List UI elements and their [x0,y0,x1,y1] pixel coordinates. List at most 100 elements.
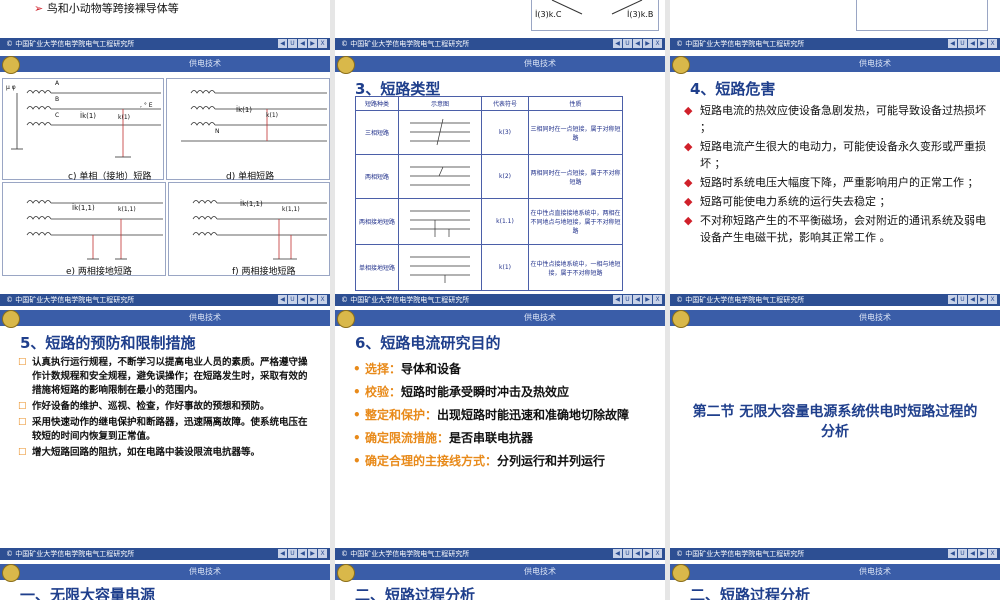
nav-return-button[interactable]: U [288,549,297,558]
square-bullet-icon: ☐ [18,447,27,458]
footer-bar: © 中国矿业大学信电学院电气工程研究所 ◀ U ◀ ▶ X [335,38,665,50]
footer-text: © 中国矿业大学信电学院电气工程研究所 [676,296,805,304]
table-header-row: 短路种类 示意图 代表符号 性质 [355,96,623,111]
slide-header: 供电技术 [670,564,1000,582]
nav-close-button[interactable]: X [318,39,327,48]
nav-first-button[interactable]: ◀ [278,295,287,304]
slide-nav[interactable]: ◀ U ◀ ▶ X [278,549,327,558]
nav-return-button[interactable]: U [958,549,967,558]
table-row: 两相接地短路 k(1.1) 在中性点直接接地系统中，两相在不同地点与地短接，属于… [355,198,623,245]
nav-next-button[interactable]: ▶ [978,549,987,558]
property-cell: 在中性点接地系统中，一相与地短接，属于不对称短路 [528,244,623,291]
property-cell: 两相同时在一点短接，属于不对称短路 [528,154,623,199]
slide-nav[interactable]: ◀ U ◀ ▶ X [613,295,662,304]
phase-n-label: N [215,128,220,135]
purpose-list: • 选择：导体和设备 • 校验：短路时能承受瞬时冲击及热效应 • 整定和保护：出现短路… [353,360,649,475]
table-header-cell: 性质 [528,96,623,111]
nav-close-button[interactable]: X [318,549,327,558]
nav-close-button[interactable]: X [988,295,997,304]
nav-first-button[interactable]: ◀ [613,39,622,48]
nav-next-button[interactable]: ▶ [978,295,987,304]
list-item: • 选择：导体和设备 [353,360,649,379]
caption-c: c) 单相（接地）短路 [68,172,152,182]
nav-prev-button[interactable]: ◀ [298,295,307,304]
nav-next-button[interactable]: ▶ [308,39,317,48]
slide-nav[interactable]: ◀ U ◀ ▶ X [948,295,997,304]
table-row: 单相接地短路 k(1) 在中性点接地系统中，一相与地短接，属于不对称短路 [355,244,623,291]
nav-close-button[interactable]: X [988,39,997,48]
header-title: 供电技术 [859,313,891,322]
slide-title: 二、短路过程分析 [690,586,811,600]
bullet-text: 鸟和小动物等跨接裸导体等 [46,2,179,15]
nav-next-button[interactable]: ▶ [643,39,652,48]
nav-prev-button[interactable]: ◀ [633,39,642,48]
arrow-bullet-icon: ➢ [34,2,44,15]
slide-header: 供电技术 [0,56,330,74]
nav-first-button[interactable]: ◀ [613,549,622,558]
nav-close-button[interactable]: X [653,295,662,304]
section-title: 第二节 无限大容量电源系统供电时短路过程的分析 [692,404,978,440]
slide-nav[interactable]: ◀ U ◀ ▶ X [278,295,327,304]
footer-bar: © 中国矿业大学信电学院电气工程研究所 ◀ U ◀ ▶ X [670,548,1000,560]
nav-prev-button[interactable]: ◀ [633,549,642,558]
list-item: • 整定和保护：出现短路时能迅速和准确地切除故障 [353,406,649,425]
nav-next-button[interactable]: ▶ [308,549,317,558]
nav-next-button[interactable]: ▶ [308,295,317,304]
nav-prev-button[interactable]: ◀ [298,549,307,558]
property-cell: 三相同时在一点短接，属于对称短路 [528,110,623,155]
nav-close-button[interactable]: X [653,549,662,558]
slide-bottom-right: 供电技术 二、短路过程分析 [670,564,1000,600]
nav-next-button[interactable]: ▶ [643,295,652,304]
nav-close-button[interactable]: X [653,39,662,48]
nav-prev-button[interactable]: ◀ [968,39,977,48]
dot-bullet-icon: • [353,362,361,376]
schematic-cell [398,244,482,291]
list-item: ◆ 短路可能使电力系统的运行失去稳定 ； [684,195,891,208]
load-label: , ° E [140,102,153,109]
footer-bar: © 中国矿业大学信电学院电气工程研究所 ◀ U ◀ ▶ X [335,548,665,560]
nav-prev-button[interactable]: ◀ [968,549,977,558]
nav-first-button[interactable]: ◀ [613,295,622,304]
slide-bottom-left: 供电技术 一、无限大容量电源 [0,564,330,600]
nav-first-button[interactable]: ◀ [948,295,957,304]
list-item: ◆ 短路时系统电压大幅度下降，严重影响用户的正常工作 ； [684,176,979,189]
slide-nav[interactable]: ◀ U ◀ ▶ X [613,39,662,48]
diamond-bullet-icon: ◆ [684,176,693,189]
footer-bar: © 中国矿业大学信电学院电气工程研究所 ◀ U ◀ ▶ X [0,38,330,50]
nav-first-button[interactable]: ◀ [948,39,957,48]
nav-prev-button[interactable]: ◀ [968,295,977,304]
nav-first-button[interactable]: ◀ [278,39,287,48]
slide-nav[interactable]: ◀ U ◀ ▶ X [948,39,997,48]
caption-e: e) 两相接地短路 [66,267,132,277]
symbol-cell: k(2) [481,154,529,199]
list-item: ◆ 短路电流产生很大的电动力，可能使设备永久变形或严重损坏 ； [684,140,986,170]
prevention-list: ☐ 认真执行运行规程，不断学习以提高电业人员的素质。严格遵守操作计数规程和安全规程… [18,356,310,462]
nav-first-button[interactable]: ◀ [278,549,287,558]
nav-return-button[interactable]: U [958,39,967,48]
nav-prev-button[interactable]: ◀ [633,295,642,304]
current-label-b: İ(3)k.B [627,10,654,19]
type-name-cell: 两相短路 [355,154,399,199]
fault-point-label: k(1) [266,112,278,119]
footer-bar: © 中国矿业大学信电学院电气工程研究所 ◀ U ◀ ▶ X [670,38,1000,50]
slide-nav[interactable]: ◀ U ◀ ▶ X [278,39,327,48]
slide-nav[interactable]: ◀ U ◀ ▶ X [613,549,662,558]
list-item: ☐ 认真执行运行规程，不断学习以提高电业人员的素质。严格遵守操作计数规程和安全规程… [18,357,308,396]
nav-return-button[interactable]: U [623,295,632,304]
nav-return-button[interactable]: U [288,295,297,304]
footer-text: © 中国矿业大学信电学院电气工程研究所 [6,550,135,558]
nav-next-button[interactable]: ▶ [978,39,987,48]
nav-next-button[interactable]: ▶ [643,549,652,558]
nav-return-button[interactable]: U [288,39,297,48]
nav-close-button[interactable]: X [318,295,327,304]
nav-prev-button[interactable]: ◀ [298,39,307,48]
nav-first-button[interactable]: ◀ [948,549,957,558]
list-item: ☐ 增大短路回路的阻抗，如在电路中装设限流电抗器等。 [18,447,261,458]
slide-header: 供电技术 [670,310,1000,328]
nav-return-button[interactable]: U [623,39,632,48]
nav-close-button[interactable]: X [988,549,997,558]
header-title: 供电技术 [189,59,221,68]
slide-nav[interactable]: ◀ U ◀ ▶ X [948,549,997,558]
nav-return-button[interactable]: U [623,549,632,558]
nav-return-button[interactable]: U [958,295,967,304]
